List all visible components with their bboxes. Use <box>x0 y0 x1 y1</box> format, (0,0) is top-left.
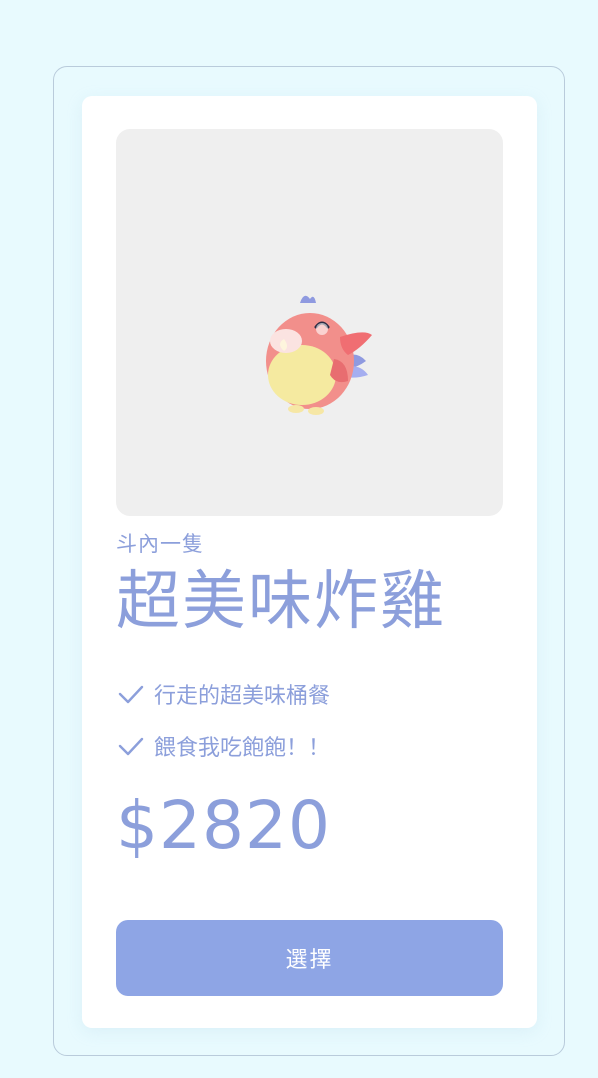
feature-text: 行走的超美味桶餐 <box>154 684 331 709</box>
product-image <box>116 129 503 516</box>
product-card: 斗內一隻 超美味炸雞 行走的超美味桶餐 餵食我吃飽飽！！ $2820 選擇 <box>82 96 537 1028</box>
feature-item: 餵食我吃飽飽！！ <box>116 720 330 772</box>
subtitle: 斗內一隻 <box>116 532 204 556</box>
pink-bird-illustration <box>266 295 372 415</box>
check-icon <box>118 737 144 756</box>
price: $2820 <box>116 787 331 864</box>
feature-list: 行走的超美味桶餐 餵食我吃飽飽！！ <box>116 668 330 772</box>
select-button[interactable]: 選擇 <box>116 920 503 996</box>
check-icon <box>118 685 144 704</box>
product-title: 超美味炸雞 <box>116 565 446 639</box>
feature-text: 餵食我吃飽飽！！ <box>154 736 331 761</box>
feature-item: 行走的超美味桶餐 <box>116 668 330 720</box>
